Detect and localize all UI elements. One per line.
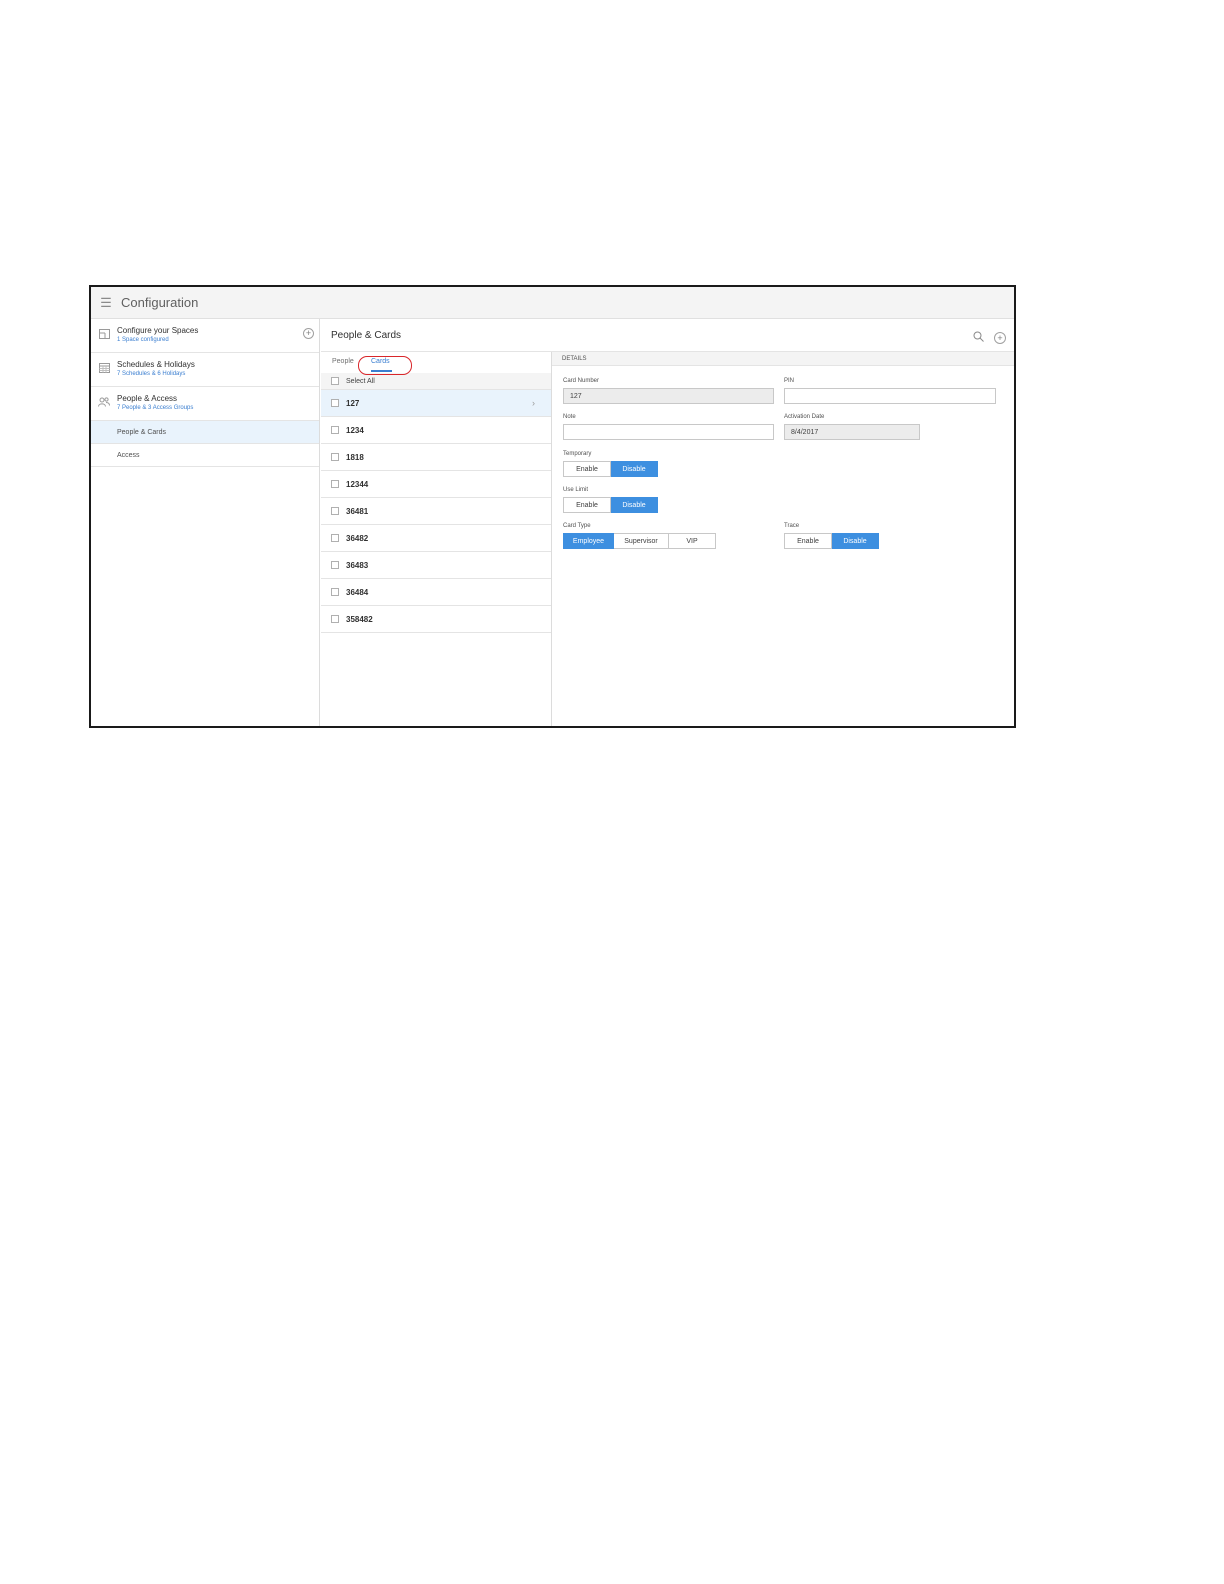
sidebar-item-subtitle[interactable]: 7 Schedules & 6 Holidays — [117, 370, 195, 379]
card-number: 127 — [346, 398, 360, 408]
configuration-window: ☰ Configuration Configure your Spaces 1 … — [89, 285, 1016, 728]
note-label: Note — [563, 414, 576, 420]
card-type-employee-button[interactable]: Employee — [563, 533, 614, 549]
details-panel: DETAILS Card Number 127 PIN Note Activat… — [552, 352, 1014, 726]
calendar-icon — [91, 360, 117, 373]
card-number: 36481 — [346, 506, 369, 516]
row-checkbox[interactable] — [331, 480, 339, 488]
use-limit-toggle: Enable Disable — [563, 497, 658, 513]
activation-date-label: Activation Date — [784, 414, 825, 420]
sidebar-subitem-people-cards[interactable]: People & Cards — [91, 421, 319, 444]
highlight-ring — [358, 356, 412, 375]
people-icon — [91, 394, 117, 407]
card-number: 36482 — [346, 533, 369, 543]
card-list-panel: People Cards Select All 127 › 1234 1818 … — [321, 352, 552, 726]
card-number-field: 127 — [563, 388, 774, 404]
temporary-disable-button[interactable]: Disable — [611, 461, 658, 477]
card-number: 358482 — [346, 614, 373, 624]
sidebar-item-title: Schedules & Holidays — [117, 360, 195, 369]
row-checkbox[interactable] — [331, 507, 339, 515]
app-title: Configuration — [121, 295, 199, 310]
chevron-right-icon: › — [532, 398, 535, 408]
use-limit-disable-button[interactable]: Disable — [611, 497, 658, 513]
select-all-label: Select All — [346, 377, 375, 385]
card-number: 36484 — [346, 587, 369, 597]
main-header: People & Cards + — [321, 319, 1014, 352]
trace-enable-button[interactable]: Enable — [784, 533, 832, 549]
row-checkbox[interactable] — [331, 453, 339, 461]
list-item[interactable]: 36484 — [321, 579, 551, 606]
row-checkbox[interactable] — [331, 534, 339, 542]
trace-label: Trace — [784, 523, 800, 529]
add-icon[interactable]: + — [994, 332, 1006, 344]
tab-people[interactable]: People — [332, 358, 354, 365]
sidebar-item-subtitle[interactable]: 1 Space configured — [117, 336, 198, 345]
hamburger-menu-icon[interactable]: ☰ — [91, 295, 121, 311]
list-item[interactable]: 36482 — [321, 525, 551, 552]
note-field[interactable] — [563, 424, 774, 440]
sidebar-item-people-access[interactable]: People & Access 7 People & 3 Access Grou… — [91, 387, 319, 421]
list-item[interactable]: 1234 — [321, 417, 551, 444]
list-item[interactable]: 1818 — [321, 444, 551, 471]
search-icon[interactable] — [973, 329, 984, 347]
add-space-icon[interactable]: + — [303, 328, 314, 339]
use-limit-enable-button[interactable]: Enable — [563, 497, 611, 513]
card-type-label: Card Type — [563, 523, 591, 529]
floorplan-icon — [91, 326, 117, 339]
trace-toggle: Enable Disable — [784, 533, 879, 549]
list-item[interactable]: 127 › — [321, 390, 551, 417]
card-number: 36483 — [346, 560, 369, 570]
card-number-label: Card Number — [563, 378, 600, 384]
details-header: DETAILS — [552, 352, 1014, 366]
sidebar-subitem-access[interactable]: Access — [91, 444, 319, 467]
list-item[interactable]: 12344 — [321, 471, 551, 498]
trace-disable-button[interactable]: Disable — [832, 533, 879, 549]
row-checkbox[interactable] — [331, 588, 339, 596]
sidebar-item-title: People & Access — [117, 394, 178, 403]
select-all-checkbox[interactable] — [331, 377, 339, 385]
card-number: 1234 — [346, 425, 364, 435]
list-item[interactable]: 36483 — [321, 552, 551, 579]
card-number: 12344 — [346, 479, 369, 489]
sidebar-item-subtitle[interactable]: 7 People & 3 Access Groups — [117, 404, 193, 413]
temporary-toggle: Enable Disable — [563, 461, 658, 477]
card-number: 1818 — [346, 452, 364, 462]
sidebar-item-spaces[interactable]: Configure your Spaces 1 Space configured… — [91, 319, 319, 353]
use-limit-label: Use Limit — [563, 487, 589, 493]
tab-bar: People Cards — [321, 352, 551, 375]
temporary-enable-button[interactable]: Enable — [563, 461, 611, 477]
list-item[interactable]: 36481 — [321, 498, 551, 525]
top-bar: ☰ Configuration — [91, 287, 1014, 319]
activation-date-field: 8/4/2017 — [784, 424, 920, 440]
sidebar-item-schedules[interactable]: Schedules & Holidays 7 Schedules & 6 Hol… — [91, 353, 319, 387]
sidebar-item-title: Configure your Spaces — [117, 326, 199, 335]
row-checkbox[interactable] — [331, 399, 339, 407]
select-all-row[interactable]: Select All — [321, 373, 551, 390]
sidebar: Configure your Spaces 1 Space configured… — [91, 319, 320, 726]
list-item[interactable]: 358482 — [321, 606, 551, 633]
pin-field[interactable] — [784, 388, 996, 404]
row-checkbox[interactable] — [331, 426, 339, 434]
row-checkbox[interactable] — [331, 615, 339, 623]
row-checkbox[interactable] — [331, 561, 339, 569]
pin-label: PIN — [784, 378, 795, 384]
card-type-supervisor-button[interactable]: Supervisor — [614, 533, 669, 549]
temporary-label: Temporary — [563, 451, 592, 457]
card-type-selector: Employee Supervisor VIP — [563, 533, 716, 549]
card-type-vip-button[interactable]: VIP — [669, 533, 716, 549]
page-title: People & Cards — [331, 329, 402, 341]
